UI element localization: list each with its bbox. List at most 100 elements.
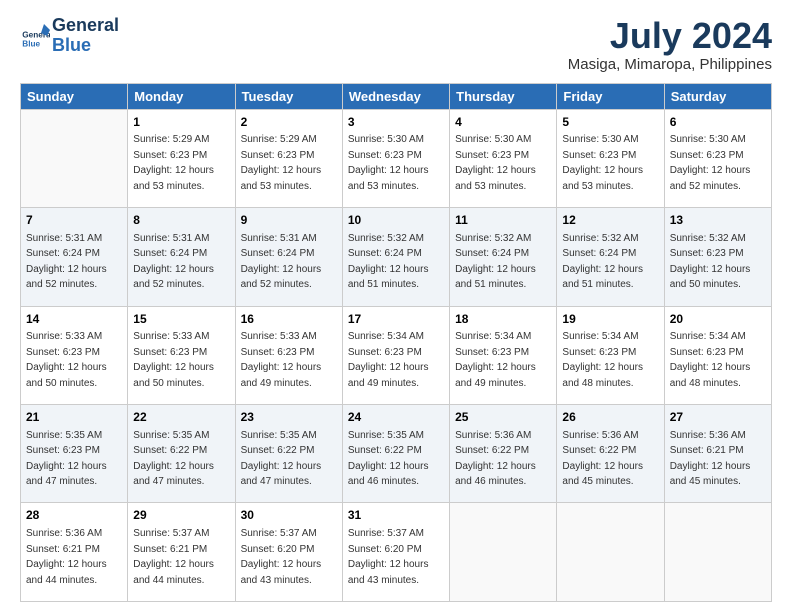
day-info: Sunrise: 5:34 AMSunset: 6:23 PMDaylight:… <box>455 331 536 389</box>
day-info: Sunrise: 5:34 AMSunset: 6:23 PMDaylight:… <box>348 331 429 389</box>
calendar-week-row: 7 Sunrise: 5:31 AMSunset: 6:24 PMDaylight… <box>21 208 772 306</box>
day-info: Sunrise: 5:31 AMSunset: 6:24 PMDaylight:… <box>133 233 214 291</box>
calendar-week-row: 14 Sunrise: 5:33 AMSunset: 6:23 PMDayligh… <box>21 306 772 404</box>
logo-name: General Blue <box>52 16 119 56</box>
day-info: Sunrise: 5:37 AMSunset: 6:20 PMDaylight:… <box>348 528 429 586</box>
day-info: Sunrise: 5:35 AMSunset: 6:23 PMDaylight:… <box>26 430 107 488</box>
day-number: 27 <box>670 409 766 426</box>
day-info: Sunrise: 5:33 AMSunset: 6:23 PMDaylight:… <box>241 331 322 389</box>
table-row: 12Sunrise: 5:32 AMSunset: 6:24 PMDayligh… <box>557 208 664 306</box>
table-row: 19 Sunrise: 5:34 AMSunset: 6:23 PMDayligh… <box>557 306 664 404</box>
day-info: Sunrise: 5:35 AMSunset: 6:22 PMDaylight:… <box>348 430 429 488</box>
table-row <box>21 109 128 207</box>
page: General Blue General Blue July 2024 Masi… <box>0 0 792 612</box>
logo: General Blue General Blue <box>20 16 119 56</box>
day-number: 1 <box>133 114 229 131</box>
table-row: 7 Sunrise: 5:31 AMSunset: 6:24 PMDaylight… <box>21 208 128 306</box>
table-row: 18Sunrise: 5:34 AMSunset: 6:23 PMDayligh… <box>450 306 557 404</box>
table-row: 13 Sunrise: 5:32 AMSunset: 6:23 PMDayligh… <box>664 208 771 306</box>
day-info: Sunrise: 5:37 AMSunset: 6:21 PMDaylight:… <box>133 528 214 586</box>
col-sunday: Sunday <box>21 83 128 109</box>
day-number: 15 <box>133 311 229 328</box>
day-info: Sunrise: 5:36 AMSunset: 6:21 PMDaylight:… <box>26 528 107 586</box>
col-wednesday: Wednesday <box>342 83 449 109</box>
table-row: 30Sunrise: 5:37 AMSunset: 6:20 PMDayligh… <box>235 503 342 602</box>
table-row: 16 Sunrise: 5:33 AMSunset: 6:23 PMDayligh… <box>235 306 342 404</box>
day-number: 28 <box>26 507 122 524</box>
day-info: Sunrise: 5:31 AMSunset: 6:24 PMDaylight:… <box>241 233 322 291</box>
day-number: 7 <box>26 212 122 229</box>
subtitle: Masiga, Mimaropa, Philippines <box>568 56 772 73</box>
day-number: 19 <box>562 311 658 328</box>
day-info: Sunrise: 5:35 AMSunset: 6:22 PMDaylight:… <box>241 430 322 488</box>
day-number: 12 <box>562 212 658 229</box>
day-info: Sunrise: 5:32 AMSunset: 6:23 PMDaylight:… <box>670 233 751 291</box>
day-info: Sunrise: 5:34 AMSunset: 6:23 PMDaylight:… <box>562 331 643 389</box>
calendar-week-row: 28 Sunrise: 5:36 AMSunset: 6:21 PMDayligh… <box>21 503 772 602</box>
day-number: 26 <box>562 409 658 426</box>
day-info: Sunrise: 5:31 AMSunset: 6:24 PMDaylight:… <box>26 233 107 291</box>
table-row: 20Sunrise: 5:34 AMSunset: 6:23 PMDayligh… <box>664 306 771 404</box>
col-friday: Friday <box>557 83 664 109</box>
table-row: 28 Sunrise: 5:36 AMSunset: 6:21 PMDayligh… <box>21 503 128 602</box>
day-number: 9 <box>241 212 337 229</box>
day-number: 21 <box>26 409 122 426</box>
day-info: Sunrise: 5:30 AMSunset: 6:23 PMDaylight:… <box>562 134 643 192</box>
day-info: Sunrise: 5:33 AMSunset: 6:23 PMDaylight:… <box>26 331 107 389</box>
day-number: 23 <box>241 409 337 426</box>
table-row: 23 Sunrise: 5:35 AMSunset: 6:22 PMDayligh… <box>235 405 342 503</box>
day-info: Sunrise: 5:37 AMSunset: 6:20 PMDaylight:… <box>241 528 322 586</box>
day-number: 31 <box>348 507 444 524</box>
day-number: 13 <box>670 212 766 229</box>
table-row: 9 Sunrise: 5:31 AMSunset: 6:24 PMDaylight… <box>235 208 342 306</box>
day-info: Sunrise: 5:30 AMSunset: 6:23 PMDaylight:… <box>348 134 429 192</box>
day-number: 17 <box>348 311 444 328</box>
calendar-table: Sunday Monday Tuesday Wednesday Thursday… <box>20 83 772 602</box>
day-number: 8 <box>133 212 229 229</box>
day-number: 4 <box>455 114 551 131</box>
table-row: 6Sunrise: 5:30 AMSunset: 6:23 PMDaylight… <box>664 109 771 207</box>
header: General Blue General Blue July 2024 Masi… <box>20 16 772 73</box>
calendar-week-row: 21 Sunrise: 5:35 AMSunset: 6:23 PMDayligh… <box>21 405 772 503</box>
title-block: July 2024 Masiga, Mimaropa, Philippines <box>568 16 772 73</box>
table-row: 25 Sunrise: 5:36 AMSunset: 6:22 PMDayligh… <box>450 405 557 503</box>
header-row: Sunday Monday Tuesday Wednesday Thursday… <box>21 83 772 109</box>
col-thursday: Thursday <box>450 83 557 109</box>
table-row: 22 Sunrise: 5:35 AMSunset: 6:22 PMDayligh… <box>128 405 235 503</box>
table-row: 24 Sunrise: 5:35 AMSunset: 6:22 PMDayligh… <box>342 405 449 503</box>
table-row: 31 Sunrise: 5:37 AMSunset: 6:20 PMDayligh… <box>342 503 449 602</box>
day-info: Sunrise: 5:32 AMSunset: 6:24 PMDaylight:… <box>348 233 429 291</box>
table-row: 29 Sunrise: 5:37 AMSunset: 6:21 PMDayligh… <box>128 503 235 602</box>
table-row: 3Sunrise: 5:30 AMSunset: 6:23 PMDaylight… <box>342 109 449 207</box>
day-number: 10 <box>348 212 444 229</box>
day-info: Sunrise: 5:30 AMSunset: 6:23 PMDaylight:… <box>670 134 751 192</box>
day-info: Sunrise: 5:35 AMSunset: 6:22 PMDaylight:… <box>133 430 214 488</box>
table-row: 11 Sunrise: 5:32 AMSunset: 6:24 PMDayligh… <box>450 208 557 306</box>
table-row: 21 Sunrise: 5:35 AMSunset: 6:23 PMDayligh… <box>21 405 128 503</box>
day-number: 14 <box>26 311 122 328</box>
table-row: 15 Sunrise: 5:33 AMSunset: 6:23 PMDayligh… <box>128 306 235 404</box>
col-saturday: Saturday <box>664 83 771 109</box>
table-row: 10 Sunrise: 5:32 AMSunset: 6:24 PMDayligh… <box>342 208 449 306</box>
table-row: 14 Sunrise: 5:33 AMSunset: 6:23 PMDayligh… <box>21 306 128 404</box>
day-number: 16 <box>241 311 337 328</box>
day-number: 20 <box>670 311 766 328</box>
table-row <box>557 503 664 602</box>
day-number: 22 <box>133 409 229 426</box>
day-number: 11 <box>455 212 551 229</box>
day-number: 25 <box>455 409 551 426</box>
col-monday: Monday <box>128 83 235 109</box>
day-info: Sunrise: 5:29 AMSunset: 6:23 PMDaylight:… <box>241 134 322 192</box>
day-info: Sunrise: 5:36 AMSunset: 6:22 PMDaylight:… <box>455 430 536 488</box>
day-number: 29 <box>133 507 229 524</box>
day-info: Sunrise: 5:33 AMSunset: 6:23 PMDaylight:… <box>133 331 214 389</box>
day-number: 2 <box>241 114 337 131</box>
day-number: 24 <box>348 409 444 426</box>
day-number: 5 <box>562 114 658 131</box>
svg-text:Blue: Blue <box>22 39 40 48</box>
col-tuesday: Tuesday <box>235 83 342 109</box>
table-row: 2 Sunrise: 5:29 AMSunset: 6:23 PMDaylight… <box>235 109 342 207</box>
table-row: 17 Sunrise: 5:34 AMSunset: 6:23 PMDayligh… <box>342 306 449 404</box>
day-info: Sunrise: 5:32 AMSunset: 6:24 PMDaylight:… <box>455 233 536 291</box>
table-row: 5 Sunrise: 5:30 AMSunset: 6:23 PMDaylight… <box>557 109 664 207</box>
